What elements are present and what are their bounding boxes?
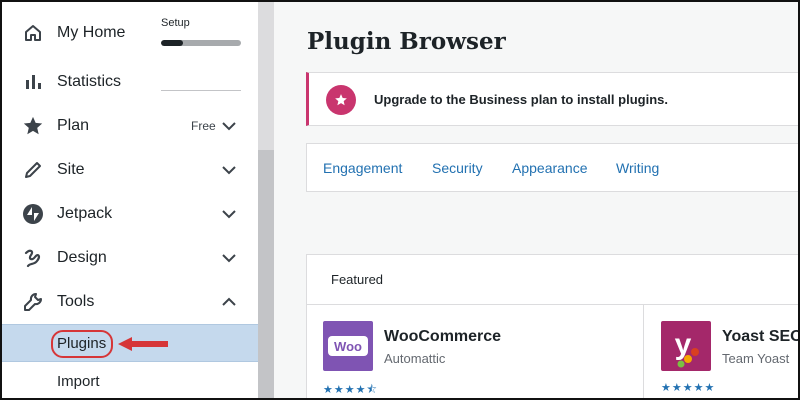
sidebar-item-label: Plan <box>57 117 90 134</box>
star-icon <box>326 85 356 115</box>
bar-chart-icon <box>22 71 44 93</box>
featured-title: Featured <box>331 272 384 287</box>
setup-label: Setup <box>161 17 190 29</box>
chevron-down-icon[interactable] <box>220 249 238 267</box>
sidebar-subitem-plugins[interactable]: Plugins <box>2 324 258 362</box>
sidebar-item-plan[interactable]: Plan Free <box>2 104 258 148</box>
upgrade-notice[interactable]: Upgrade to the Business plan to install … <box>306 72 798 126</box>
arrow-left-icon <box>118 337 168 351</box>
sidebar-item-label: Tools <box>57 293 95 310</box>
sidebar: My Home Setup Statistics Plan Free Site <box>2 2 258 398</box>
sidebar-item-site[interactable]: Site <box>2 148 258 192</box>
rating-stars: ★★★★⯪ <box>323 384 378 396</box>
yoast-logo-icon: y <box>661 321 711 371</box>
sidebar-subitem-label: Import <box>57 373 100 390</box>
sidebar-scrollbar[interactable] <box>258 2 274 398</box>
highlight-outline <box>51 330 113 358</box>
wrench-icon <box>22 291 44 313</box>
jetpack-icon <box>22 203 44 225</box>
chevron-up-icon[interactable] <box>220 293 238 311</box>
tab-security[interactable]: Security <box>432 160 483 176</box>
chevron-down-icon[interactable] <box>220 205 238 223</box>
plugin-author: Team Yoast <box>722 351 790 366</box>
setup-progress-fill <box>161 40 184 46</box>
setup-progress-bar <box>161 40 241 46</box>
plan-free-tag: Free <box>191 119 216 133</box>
sidebar-item-label: Design <box>57 249 107 266</box>
category-tabs: Engagement Security Appearance Writing <box>306 143 798 192</box>
woocommerce-logo-icon: Woo <box>323 321 373 371</box>
screenshot-frame: My Home Setup Statistics Plan Free Site <box>0 0 800 400</box>
plugin-author: Automattic <box>384 351 446 366</box>
page-title: Plugin Browser <box>307 28 506 55</box>
tab-engagement[interactable]: Engagement <box>323 160 402 176</box>
sidebar-item-label: Jetpack <box>57 205 113 222</box>
featured-header: Featured <box>307 255 798 305</box>
sidebar-item-statistics[interactable]: Statistics <box>2 60 258 104</box>
chevron-down-icon[interactable] <box>220 161 238 179</box>
sidebar-item-label: My Home <box>57 24 126 41</box>
pencil-icon <box>22 159 44 181</box>
rating-stars: ★★★★★ <box>661 382 716 394</box>
main-content: Plugin Browser Upgrade to the Business p… <box>274 2 800 398</box>
divider <box>643 305 644 398</box>
sidebar-item-design[interactable]: Design <box>2 236 258 280</box>
notice-text: Upgrade to the Business plan to install … <box>374 92 668 107</box>
home-icon <box>22 22 44 44</box>
featured-section: Featured Woo WooCommerce Automattic ★★★★… <box>306 254 800 398</box>
woo-logo-text: Woo <box>334 339 362 354</box>
sidebar-item-label: Site <box>57 161 85 178</box>
sidebar-item-jetpack[interactable]: Jetpack <box>2 192 258 236</box>
sidebar-subitem-import[interactable]: Import <box>2 363 258 398</box>
divider <box>161 90 241 91</box>
tab-writing[interactable]: Writing <box>616 160 659 176</box>
sidebar-item-my-home[interactable]: My Home <box>2 11 258 55</box>
design-icon <box>22 247 44 269</box>
sidebar-item-tools[interactable]: Tools <box>2 280 258 324</box>
plugin-name: Yoast SEO <box>722 328 800 345</box>
chevron-down-icon[interactable] <box>220 117 238 135</box>
scrollbar-thumb[interactable] <box>258 150 274 398</box>
plugin-name: WooCommerce <box>384 328 502 345</box>
tab-appearance[interactable]: Appearance <box>512 160 588 176</box>
sidebar-item-label: Statistics <box>57 73 122 90</box>
star-icon <box>22 115 44 137</box>
